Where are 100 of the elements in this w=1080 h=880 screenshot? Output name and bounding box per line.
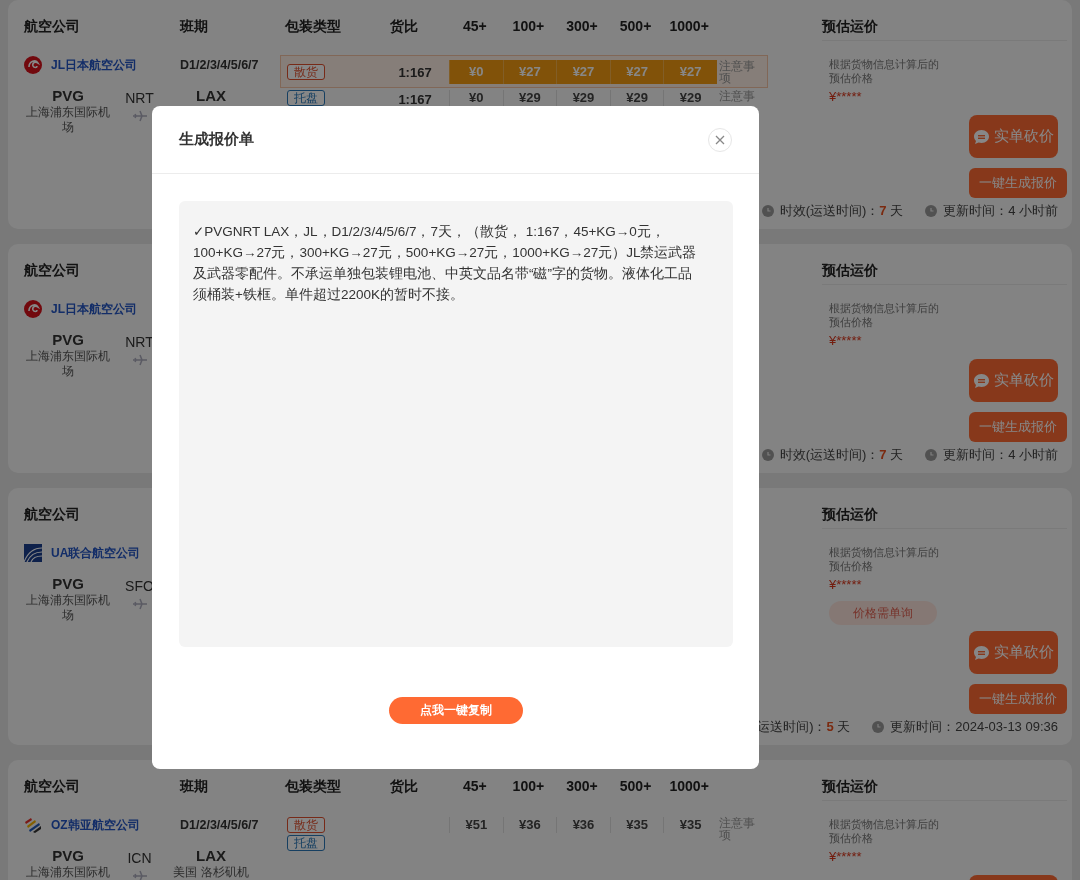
column-header: 班期 xyxy=(180,777,208,794)
chat-icon xyxy=(973,372,990,389)
column-header: 300+ xyxy=(566,778,598,794)
schedule-text: D1/2/3/4/5/6/7 xyxy=(180,818,259,832)
price-cell: ¥27 xyxy=(502,59,557,84)
quote-text: ✓PVGNRT LAX，JL，D1/2/3/4/5/6/7，7天，（散货， 1:167，45+KG→0元，100+KG→27元，300+KG→27元，500+KG→27元，1000+KG→27元）JL禁运武器及武器零配件。不承运单独包装锂电池、中英文品名带“磁”字的货物。液体化工品须桶装+铁框。单件超过2200K的暂时不接。 xyxy=(179,201,733,647)
close-icon xyxy=(715,134,725,145)
column-header: 货比 xyxy=(390,777,418,794)
bargain-button[interactable]: 实单砍价 xyxy=(969,115,1058,158)
airport-code: ICN xyxy=(127,849,152,867)
airplane-icon xyxy=(131,869,148,880)
packing-tag: 托盘 xyxy=(287,90,325,106)
packing-tag: 散货 xyxy=(287,817,325,833)
hidden-price: ¥***** xyxy=(828,89,862,106)
price-cell: ¥36 xyxy=(556,817,610,833)
schedule-text: D1/2/3/4/5/6/7 xyxy=(180,58,259,72)
packing-tag: 托盘 xyxy=(287,835,325,851)
price-cell: ¥36 xyxy=(502,817,557,833)
airport-name: 上海浦东国际机场 xyxy=(25,593,111,623)
column-header: 航空公司 xyxy=(24,505,80,522)
column-header: 45+ xyxy=(462,18,487,34)
dialog-title: 生成报价单 xyxy=(179,130,254,149)
clock-icon xyxy=(872,721,885,733)
price-description: 根据货物信息计算后的预估价格 xyxy=(828,817,940,845)
hidden-price: ¥***** xyxy=(828,333,862,350)
copy-button[interactable]: 点我一键复制 xyxy=(388,697,523,724)
footer-info: 更新时间：2024-03-13 09:36 xyxy=(890,718,1058,736)
airline-logo-icon xyxy=(24,544,42,562)
price-cell: ¥0 xyxy=(449,59,503,84)
airport-name: 美国 洛杉矶机 xyxy=(172,865,250,880)
column-header: 包装类型 xyxy=(285,777,341,794)
airline-link[interactable]: UA联合航空公司 xyxy=(51,544,141,562)
bargain-button[interactable]: 实单砍价 xyxy=(969,359,1058,402)
column-header: 100+ xyxy=(512,778,545,794)
hidden-price: ¥***** xyxy=(828,577,862,594)
column-header: 45+ xyxy=(462,778,487,794)
airport-name: 上海浦东国际机场 xyxy=(25,349,111,379)
airplane-icon xyxy=(131,597,148,611)
column-header: 预估运价 xyxy=(821,777,878,794)
airport-code: PVG xyxy=(51,575,85,593)
column-header: 预估运价 xyxy=(821,261,878,278)
price-description: 根据货物信息计算后的预估价格 xyxy=(828,57,940,85)
column-header: 500+ xyxy=(619,18,652,34)
airplane-icon xyxy=(131,353,148,367)
column-header: 100+ xyxy=(512,18,545,34)
footer-info: 时效(运送时间)：7 天 xyxy=(779,202,904,220)
airline-link[interactable]: OZ韩亚航空公司 xyxy=(51,816,140,834)
chat-icon xyxy=(973,644,990,661)
column-header: 货比 xyxy=(390,17,418,34)
airplane-icon xyxy=(131,109,148,123)
column-header: 预估运价 xyxy=(821,505,878,522)
packing-tag: 散货 xyxy=(287,63,325,80)
column-header: 1000+ xyxy=(669,18,709,34)
airport-code: NRT xyxy=(125,333,154,351)
airline-link[interactable]: JL日本航空公司 xyxy=(51,56,137,74)
column-header: 300+ xyxy=(566,18,598,34)
column-header: 500+ xyxy=(619,778,652,794)
ratio-text: 1:167 xyxy=(398,64,432,80)
footer-info: 更新时间：4 小时前 xyxy=(943,446,1058,464)
airport-name: 上海浦东国际机场 xyxy=(25,105,111,135)
close-button[interactable] xyxy=(708,127,732,152)
generate-quote-button[interactable]: 一键生成报价 xyxy=(969,412,1067,442)
airport-code: PVG xyxy=(51,331,85,349)
price-description: 根据货物信息计算后的预估价格 xyxy=(828,301,940,329)
price-cell: ¥27 xyxy=(609,59,664,84)
price-cell: ¥35 xyxy=(609,817,664,833)
column-header: 班期 xyxy=(180,17,208,34)
column-header: 预估运价 xyxy=(821,17,878,34)
price-cell: ¥27 xyxy=(556,59,610,84)
airline-logo-icon xyxy=(24,816,42,834)
clock-icon xyxy=(761,205,774,217)
airport-code: PVG xyxy=(51,87,85,105)
footer-info: 更新时间：4 小时前 xyxy=(943,202,1058,220)
hidden-price: ¥***** xyxy=(828,849,862,866)
inquiry-tag: 价格需单询 xyxy=(829,601,937,625)
bargain-button[interactable]: 实单砍价 xyxy=(969,631,1058,674)
column-header: 包装类型 xyxy=(285,17,341,34)
clock-icon xyxy=(925,205,938,217)
airport-code: NRT xyxy=(125,89,154,107)
price-description: 根据货物信息计算后的预估价格 xyxy=(828,545,940,573)
column-header: 1000+ xyxy=(669,778,709,794)
airport-code: LAX xyxy=(195,847,227,865)
airport-code: LAX xyxy=(195,87,227,105)
column-header: 航空公司 xyxy=(24,17,80,34)
column-header: 航空公司 xyxy=(24,777,80,794)
generate-quote-button[interactable]: 一键生成报价 xyxy=(969,168,1067,198)
clock-icon xyxy=(761,449,774,461)
column-header: 航空公司 xyxy=(24,261,80,278)
footer-info: 时效(运送时间)：7 天 xyxy=(779,446,904,464)
clock-icon xyxy=(925,449,938,461)
airport-code: PVG xyxy=(51,847,85,865)
chat-icon xyxy=(973,128,990,145)
airline-link[interactable]: JL日本航空公司 xyxy=(51,300,137,318)
price-cell: ¥27 xyxy=(663,59,717,84)
airport-name: 上海浦东国际机 xyxy=(25,865,111,880)
generate-quote-button[interactable]: 一键生成报价 xyxy=(969,684,1067,714)
ratio-text: 1:167 xyxy=(398,92,432,107)
price-cell: ¥51 xyxy=(449,817,503,833)
airline-logo-icon xyxy=(24,300,42,318)
airline-logo-icon xyxy=(24,56,42,74)
